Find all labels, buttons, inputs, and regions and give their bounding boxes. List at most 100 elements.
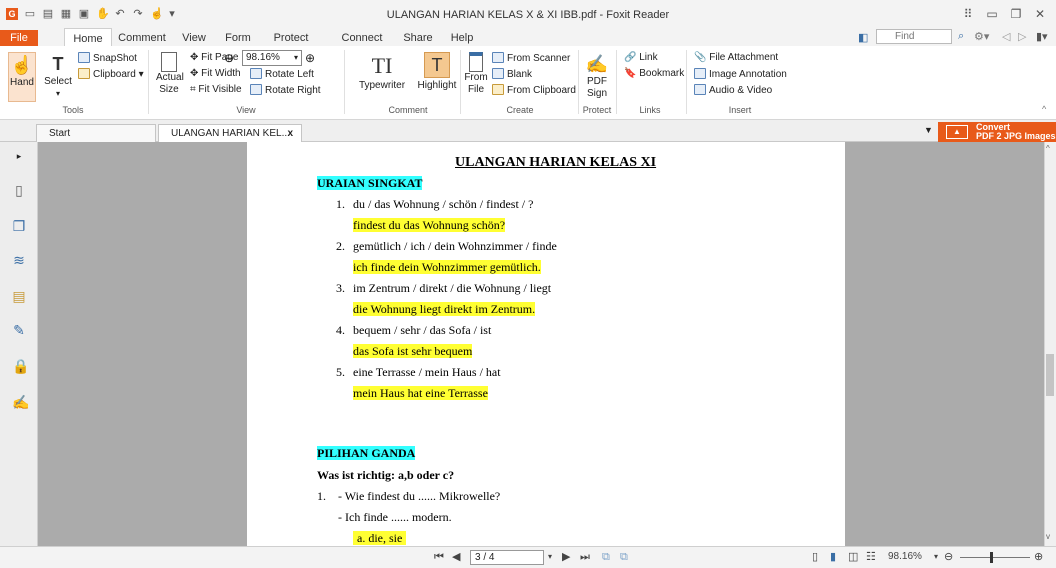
from-file-label-2: File [467,84,485,95]
signature-icon[interactable]: ✍ [12,394,29,410]
tab-share[interactable]: Share [398,30,438,46]
convert-banner[interactable]: ▲ Convert PDF 2 JPG Images [938,122,1056,142]
tab-view[interactable]: View [176,30,212,46]
print-icon[interactable]: ▦ [60,8,72,20]
zoom-select[interactable]: 98.16% ▾ [242,50,302,66]
clipboard-button[interactable]: Clipboard ▾ [78,68,144,81]
tab-start[interactable]: Start [36,124,156,142]
pages-icon[interactable]: ▯ [12,182,26,198]
continuous-view-icon[interactable]: ▮ [830,549,836,565]
last-page-icon[interactable]: ⏭ [580,549,590,565]
layers-icon[interactable]: ≋ [12,252,26,268]
item-answer: das Sofa ist sehr bequem [353,344,473,358]
first-page-icon[interactable]: ⏮ [434,549,444,565]
tab-home[interactable]: Home [64,28,112,48]
tab-document[interactable]: ULANGAN HARIAN KEL... x [158,124,302,142]
from-scanner-button[interactable]: From Scanner [492,52,570,65]
find-input[interactable] [876,29,952,44]
search-icon[interactable]: ⌕ [958,30,964,43]
typewriter-button[interactable]: TI Typewriter [354,52,410,102]
page-number-input[interactable]: 3 / 4 [470,550,544,565]
expand-panel-icon[interactable]: ▸ [12,148,26,164]
app-logo-icon[interactable]: G [6,8,18,20]
fit-visible-label: Fit Visible [198,84,242,95]
customize-icon[interactable]: ▾ [166,8,178,20]
tab-help[interactable]: Help [446,30,478,46]
fax-icon[interactable]: ▣ [78,8,90,20]
security-lock-icon[interactable]: 🔒 [12,358,29,374]
hand-icon[interactable]: ✋ [96,8,110,20]
next-view-icon[interactable]: ⧉ [620,549,628,565]
previous-result-icon[interactable]: ◁ [1002,30,1010,43]
zoom-in-icon[interactable]: ⊕ [305,52,315,64]
highlight-button[interactable]: T Highlight [412,52,462,102]
rotate-right-label: Rotate Right [265,85,321,96]
audio-video-button[interactable]: Audio & Video [694,84,772,97]
previous-page-icon[interactable]: ◀ [452,549,460,565]
group-divider [686,50,687,114]
next-result-icon[interactable]: ▷ [1018,30,1026,43]
undo-icon[interactable]: ↶ [114,8,126,20]
image-annotation-button[interactable]: Image Annotation [694,68,787,81]
pdf-sign-label-1: PDF [587,76,607,87]
scroll-thumb[interactable] [1046,354,1054,396]
zoom-slider-track[interactable] [960,557,1030,558]
rotate-right-button[interactable]: Rotate Right [250,84,321,97]
status-zoom-out-icon[interactable]: ⊖ [944,549,953,565]
file-attachment-button[interactable]: 📎 File Attachment [694,52,778,64]
pages-thumbnail-icon[interactable]: ❐ [12,218,26,234]
snapshot-button[interactable]: SnapShot [78,52,137,65]
status-zoom-in-icon[interactable]: ⊕ [1034,549,1043,565]
close-tab-icon[interactable]: x [287,125,293,142]
close-icon[interactable]: ✕ [1032,6,1048,22]
page-dropdown-icon[interactable]: ▾ [548,549,552,565]
from-clipboard-button[interactable]: From Clipboard [492,84,576,97]
search-options-icon[interactable]: ⚙▾ [974,30,989,43]
ribbon-options-icon[interactable]: ⠿ [960,6,976,22]
facing-view-icon[interactable]: ◫ [848,549,858,565]
vertical-scrollbar[interactable] [1044,142,1056,546]
select-tool-button[interactable]: T Select ▾ [42,52,74,102]
zoom-dropdown-icon[interactable]: ▾ [934,549,938,565]
pdf-sign-button[interactable]: ✍ PDF Sign [584,52,610,104]
open-folder-icon[interactable]: ▭ [24,8,36,20]
single-page-view-icon[interactable]: ▯ [812,549,818,565]
page-number-value: 3 / 4 [475,552,495,563]
minimize-icon[interactable]: ▭ [984,6,1000,22]
save-icon[interactable]: ▤ [42,8,54,20]
pdf-page[interactable]: ULANGAN HARIAN KELAS XI URAIAN SINGKAT 1… [247,142,845,546]
next-page-icon[interactable]: ▶ [562,549,570,565]
hand-tool-button[interactable]: ☝ Hand [8,52,36,102]
tab-start-label: Start [49,128,71,139]
panel-toggle-icon[interactable]: ▮▾ [1036,30,1048,43]
tab-list-dropdown-icon[interactable]: ▼ [924,125,933,135]
comments-icon[interactable]: ▤ [12,288,26,304]
actual-size-button[interactable]: Actual Size [156,52,184,104]
link-button[interactable]: 🔗 Link [624,52,658,64]
attachments-icon[interactable]: ✎ [12,322,26,338]
zoom-slider-handle[interactable] [990,552,993,563]
fit-width-button[interactable]: ✥ Fit Width [190,68,241,80]
zoom-out-icon[interactable]: ⊖ [224,52,234,64]
tab-comment[interactable]: Comment [118,30,166,46]
blank-button[interactable]: Blank [492,68,532,81]
link-label: Link [639,52,658,63]
tab-connect[interactable]: Connect [336,30,388,46]
scroll-down-icon[interactable]: v [1046,532,1050,541]
bookmark-button[interactable]: 🔖 Bookmark [624,68,684,80]
cursor-icon[interactable]: ☝ [150,8,164,20]
rotate-left-button[interactable]: Rotate Left [250,68,314,81]
collapse-ribbon-icon[interactable]: ^ [1042,104,1046,114]
redo-icon[interactable]: ↷ [132,8,144,20]
fit-visible-button[interactable]: ⌗ Fit Visible [190,84,242,96]
maximize-icon[interactable]: ❐ [1008,6,1024,22]
tab-file[interactable]: File [0,30,38,46]
scroll-up-icon[interactable]: ^ [1046,144,1050,153]
continuous-facing-view-icon[interactable]: ☷ [866,549,876,565]
from-file-button[interactable]: From File [464,52,488,104]
mc-number: 1. [317,489,326,503]
clipboard-label: Clipboard [93,69,136,80]
tab-protect[interactable]: Protect [266,30,316,46]
previous-view-icon[interactable]: ⧉ [602,549,610,565]
tab-form[interactable]: Form [220,30,256,46]
